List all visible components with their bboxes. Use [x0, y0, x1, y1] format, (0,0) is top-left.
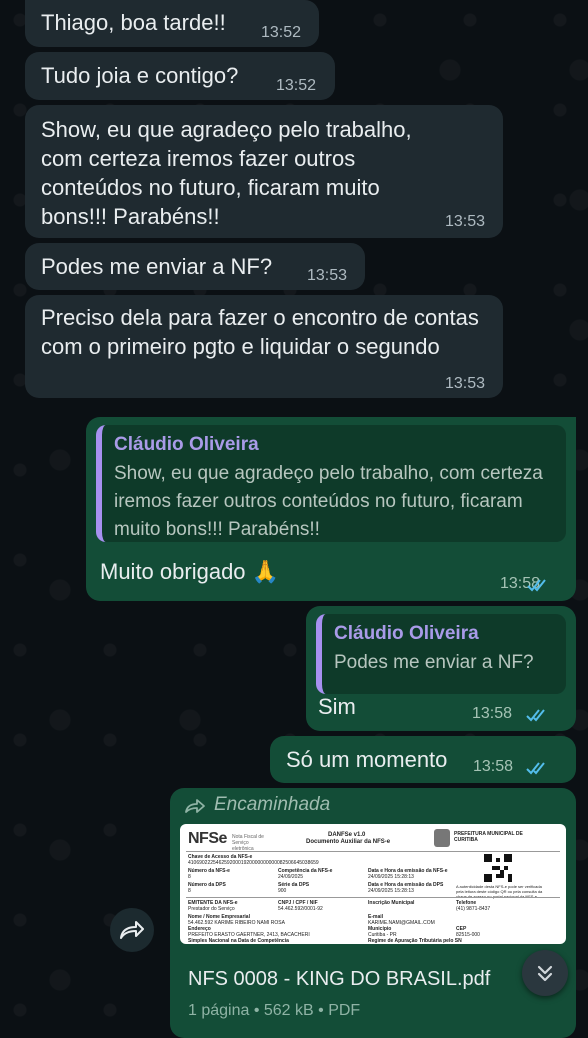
nfse-number-value: 8 [188, 874, 191, 880]
cnpj-value: 54.462.592/0001-92 [278, 906, 323, 912]
nfse-logo-subtitle: Nota Fiscal de Serviço eletrônica [232, 834, 264, 852]
forwarded-label: Encaminhada [214, 794, 331, 815]
issuer-name: PREFEITURA MUNICIPAL DE CURITIBA [454, 831, 523, 843]
scroll-to-bottom-button[interactable] [522, 950, 568, 996]
doc-subtitle: Documento Auxiliar da NFS-e [306, 839, 391, 845]
forward-shortcut-button[interactable] [110, 908, 154, 952]
message-time: 13:58 [472, 705, 513, 722]
phone-value: (41) 9871-8437 [456, 906, 491, 912]
dps-series-value: 900 [278, 888, 287, 894]
message-time: 13:52 [276, 77, 317, 94]
dps-number-value: 8 [188, 888, 191, 894]
document-message[interactable]: Encaminhada NFSe Nota Fiscal de Serviço … [170, 788, 576, 1038]
document-filename: NFS 0008 - KING DO BRASIL.pdf [188, 968, 491, 990]
incoming-message[interactable]: Tudo joia e contigo? 13:52 [25, 52, 335, 100]
message-text: Tudo joia e contigo? [41, 63, 239, 88]
doc-title: DANFSe v1.0 [328, 832, 366, 838]
outgoing-message[interactable]: Cláudio Oliveira Podes me enviar a NF? S… [306, 606, 576, 731]
incoming-message[interactable]: Show, eu que agradeço pelo trabalho, com… [25, 105, 503, 238]
nfse-logo: NFSe [188, 830, 227, 847]
quoted-message[interactable]: Cláudio Oliveira Podes me enviar a NF? [316, 614, 566, 694]
nfse-number-label: Número da NFS-e [188, 868, 230, 874]
message-time: 13:53 [307, 267, 348, 284]
access-key-value: 4106902225462592000192000000000008250664… [188, 860, 319, 866]
simples-label: Simples Nacional na Data de Competência [188, 938, 289, 944]
message-text: Só um momento [286, 747, 448, 772]
forwarded-icon [185, 799, 205, 813]
incoming-message[interactable]: Preciso dela para fazer o encontro de co… [25, 295, 503, 398]
quote-text: Podes me enviar a NF? [334, 652, 534, 673]
issue-date-value: 24/09/2025 15:28:13 [368, 874, 414, 880]
message-time: 13:53 [445, 213, 486, 230]
read-ticks-icon [527, 579, 546, 592]
double-chevron-down-icon [537, 965, 553, 982]
message-time: 13:52 [261, 24, 302, 41]
message-text: Preciso dela para fazer o encontro de co… [41, 305, 479, 359]
read-ticks-icon [526, 709, 545, 722]
tax-regime-label: Regime de Apuração Tributária pelo SN [368, 938, 462, 944]
message-text: Show, eu que agradeço pelo trabalho, com… [41, 117, 412, 229]
qr-code-icon [484, 854, 512, 882]
coat-of-arms-icon [434, 829, 450, 847]
message-text: Podes me enviar a NF? [41, 254, 273, 279]
quote-author: Cláudio Oliveira [114, 434, 259, 455]
message-text: Muito obrigado 🙏 [100, 559, 280, 584]
quoted-message[interactable]: Cláudio Oliveira Show, eu que agradeço p… [96, 425, 566, 542]
emitter-subtitle: Prestador do Serviço [188, 906, 235, 912]
outgoing-message[interactable]: Cláudio Oliveira Show, eu que agradeço p… [86, 417, 576, 601]
quote-text: Show, eu que agradeço pelo trabalho, com… [114, 463, 543, 540]
dps-number-label: Número da DPS [188, 882, 226, 888]
message-text: Sim [318, 694, 356, 719]
forward-arrow-icon [120, 921, 144, 939]
message-text: Thiago, boa tarde!! [41, 10, 226, 35]
competence-value: 24/09/2025 [278, 874, 304, 880]
message-time: 13:58 [473, 758, 514, 775]
dps-date-value: 24/09/2025 15:28:13 [368, 888, 414, 894]
municipal-registration-label: Inscrição Municipal [368, 900, 415, 906]
read-ticks-icon [526, 762, 545, 775]
quote-author: Cláudio Oliveira [334, 623, 479, 644]
document-preview[interactable]: NFSe Nota Fiscal de Serviço eletrônica D… [180, 824, 566, 944]
outgoing-message[interactable]: Só um momento 13:58 [270, 736, 576, 783]
incoming-message[interactable]: Thiago, boa tarde!! 13:52 [25, 0, 319, 47]
document-meta: 1 página • 562 kB • PDF [188, 1002, 361, 1019]
incoming-message[interactable]: Podes me enviar a NF? 13:53 [25, 243, 365, 290]
message-time: 13:53 [445, 375, 486, 392]
